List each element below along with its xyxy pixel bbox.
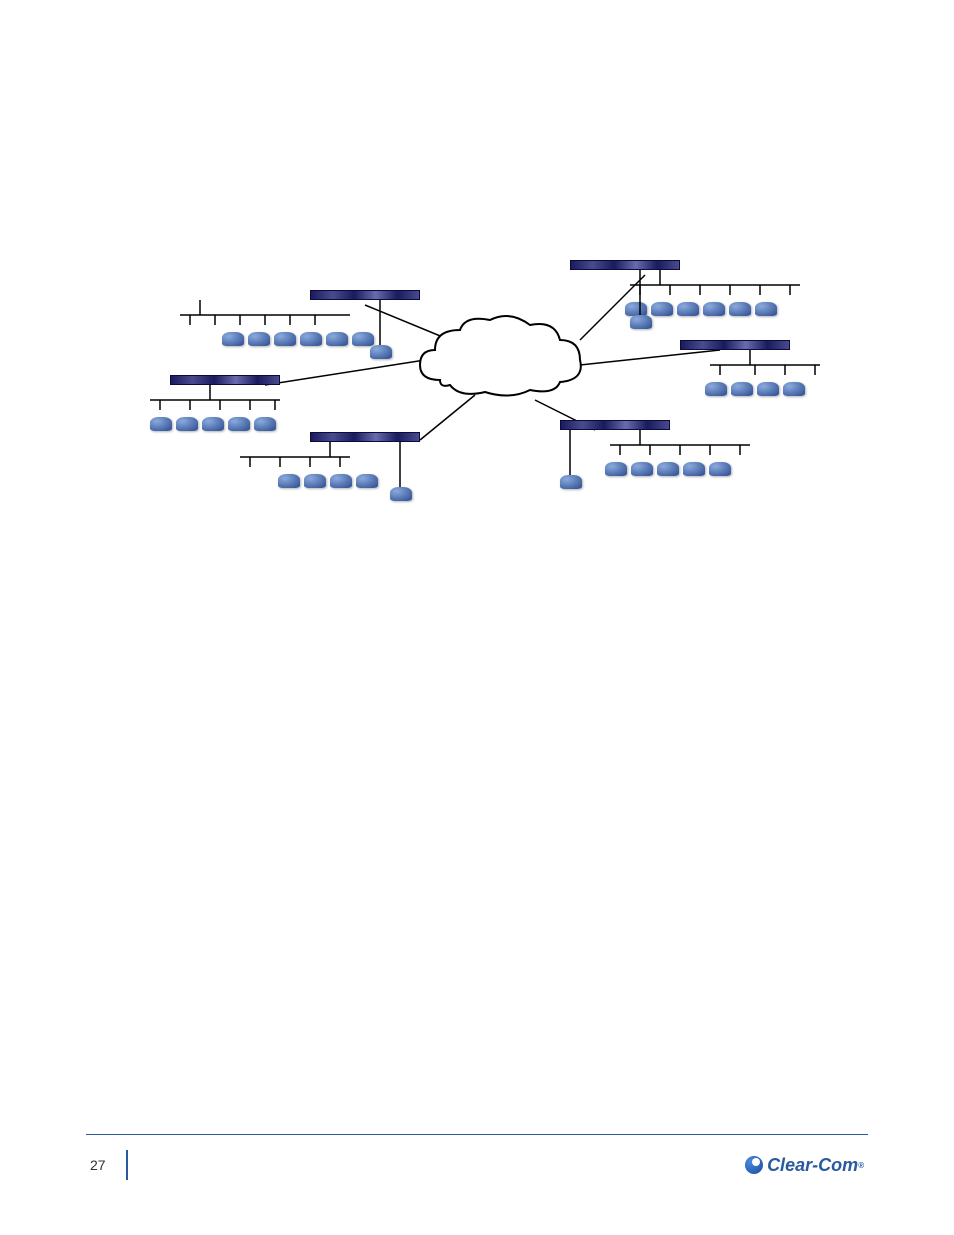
network-cloud (410, 310, 590, 410)
page-number: 27 (90, 1150, 128, 1180)
endpoint-node (390, 487, 412, 501)
group-right (680, 340, 805, 396)
rack-unit (560, 420, 670, 430)
rack-unit (170, 375, 280, 385)
brand-name: Clear-Com (767, 1155, 858, 1176)
endpoint-node (370, 345, 392, 359)
group-bottom-right (560, 420, 731, 476)
rack-unit (310, 290, 420, 300)
footer-divider (86, 1134, 868, 1135)
rack-unit (570, 260, 680, 270)
network-diagram (80, 250, 880, 530)
endpoint-node (560, 475, 582, 489)
group-top-left (310, 290, 420, 346)
group-bottom-left (310, 432, 420, 488)
page-footer: 27 Clear-Com ® (0, 1134, 954, 1185)
group-top-right (570, 260, 777, 316)
rack-unit (310, 432, 420, 442)
rack-unit (680, 340, 790, 350)
group-left (170, 375, 280, 431)
registered-mark: ® (858, 1161, 864, 1170)
globe-icon (745, 1156, 763, 1174)
endpoint-node (630, 315, 652, 329)
brand-logo: Clear-Com ® (745, 1155, 864, 1176)
